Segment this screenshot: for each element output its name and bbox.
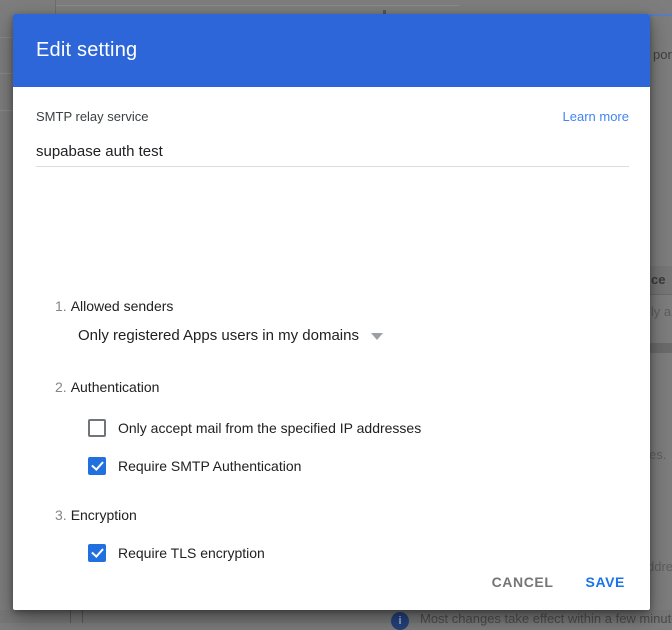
save-button[interactable]: SAVE (574, 566, 638, 598)
bg-text-fragment: ddre (647, 559, 672, 574)
bg-text-fragment: ce (651, 272, 665, 287)
checkbox-label: Only accept mail from the specified IP a… (118, 420, 421, 436)
edit-setting-dialog: Edit setting SMTP relay service Learn mo… (13, 14, 650, 610)
info-icon: i (391, 612, 409, 630)
checkbox-label: Require SMTP Authentication (118, 458, 301, 474)
bg-bottom-note: Most changes take effect within a few mi… (420, 611, 672, 626)
cancel-button[interactable]: CANCEL (480, 566, 566, 598)
bg-table-gridline (82, 610, 83, 623)
section-number: 1. (55, 298, 67, 314)
chevron-down-icon (371, 333, 383, 340)
section-title-text: Allowed senders (71, 298, 174, 314)
bg-text-fragment: es. (649, 447, 666, 462)
setting-name-input[interactable] (36, 143, 629, 167)
bg-accent-sliver (650, 14, 672, 16)
bg-divider-band (650, 343, 672, 353)
allowed-senders-dropdown[interactable]: Only registered Apps users in my domains (78, 327, 383, 344)
bg-table-gridline (55, 5, 460, 6)
section-encryption-title: 3.Encryption (55, 507, 137, 523)
learn-more-link[interactable]: Learn more (563, 109, 629, 124)
bg-table-gridline (0, 37, 13, 38)
checkbox-row-smtp-auth[interactable]: Require SMTP Authentication (88, 457, 301, 475)
setting-name-label: SMTP relay service (36, 109, 148, 124)
dialog-footer: CANCEL SAVE (13, 554, 650, 610)
section-allowed-senders-title: 1.Allowed senders (55, 298, 173, 314)
bg-table-gridline (0, 110, 13, 111)
setting-row: SMTP relay service Learn more (36, 109, 629, 124)
bg-table-gridline (70, 610, 71, 623)
bg-table-gridline (0, 73, 13, 74)
section-number: 2. (55, 379, 67, 395)
section-title-text: Encryption (71, 507, 137, 523)
section-number: 3. (55, 507, 67, 523)
smtp-auth-checkbox[interactable] (88, 457, 106, 475)
ip-addresses-checkbox[interactable] (88, 419, 106, 437)
section-title-text: Authentication (71, 379, 160, 395)
dialog-body: SMTP relay service Learn more 1.Allowed … (13, 87, 650, 554)
checkbox-row-ip-addresses[interactable]: Only accept mail from the specified IP a… (88, 419, 421, 437)
bg-text-fragment: port (653, 47, 672, 62)
dialog-header: Edit setting (13, 14, 650, 87)
section-authentication-title: 2.Authentication (55, 379, 159, 395)
dialog-title: Edit setting (36, 39, 137, 62)
bg-text-fragment: lly a (648, 304, 671, 319)
bg-table-gridline (55, 0, 56, 14)
allowed-senders-dropdown-value: Only registered Apps users in my domains (78, 327, 359, 344)
